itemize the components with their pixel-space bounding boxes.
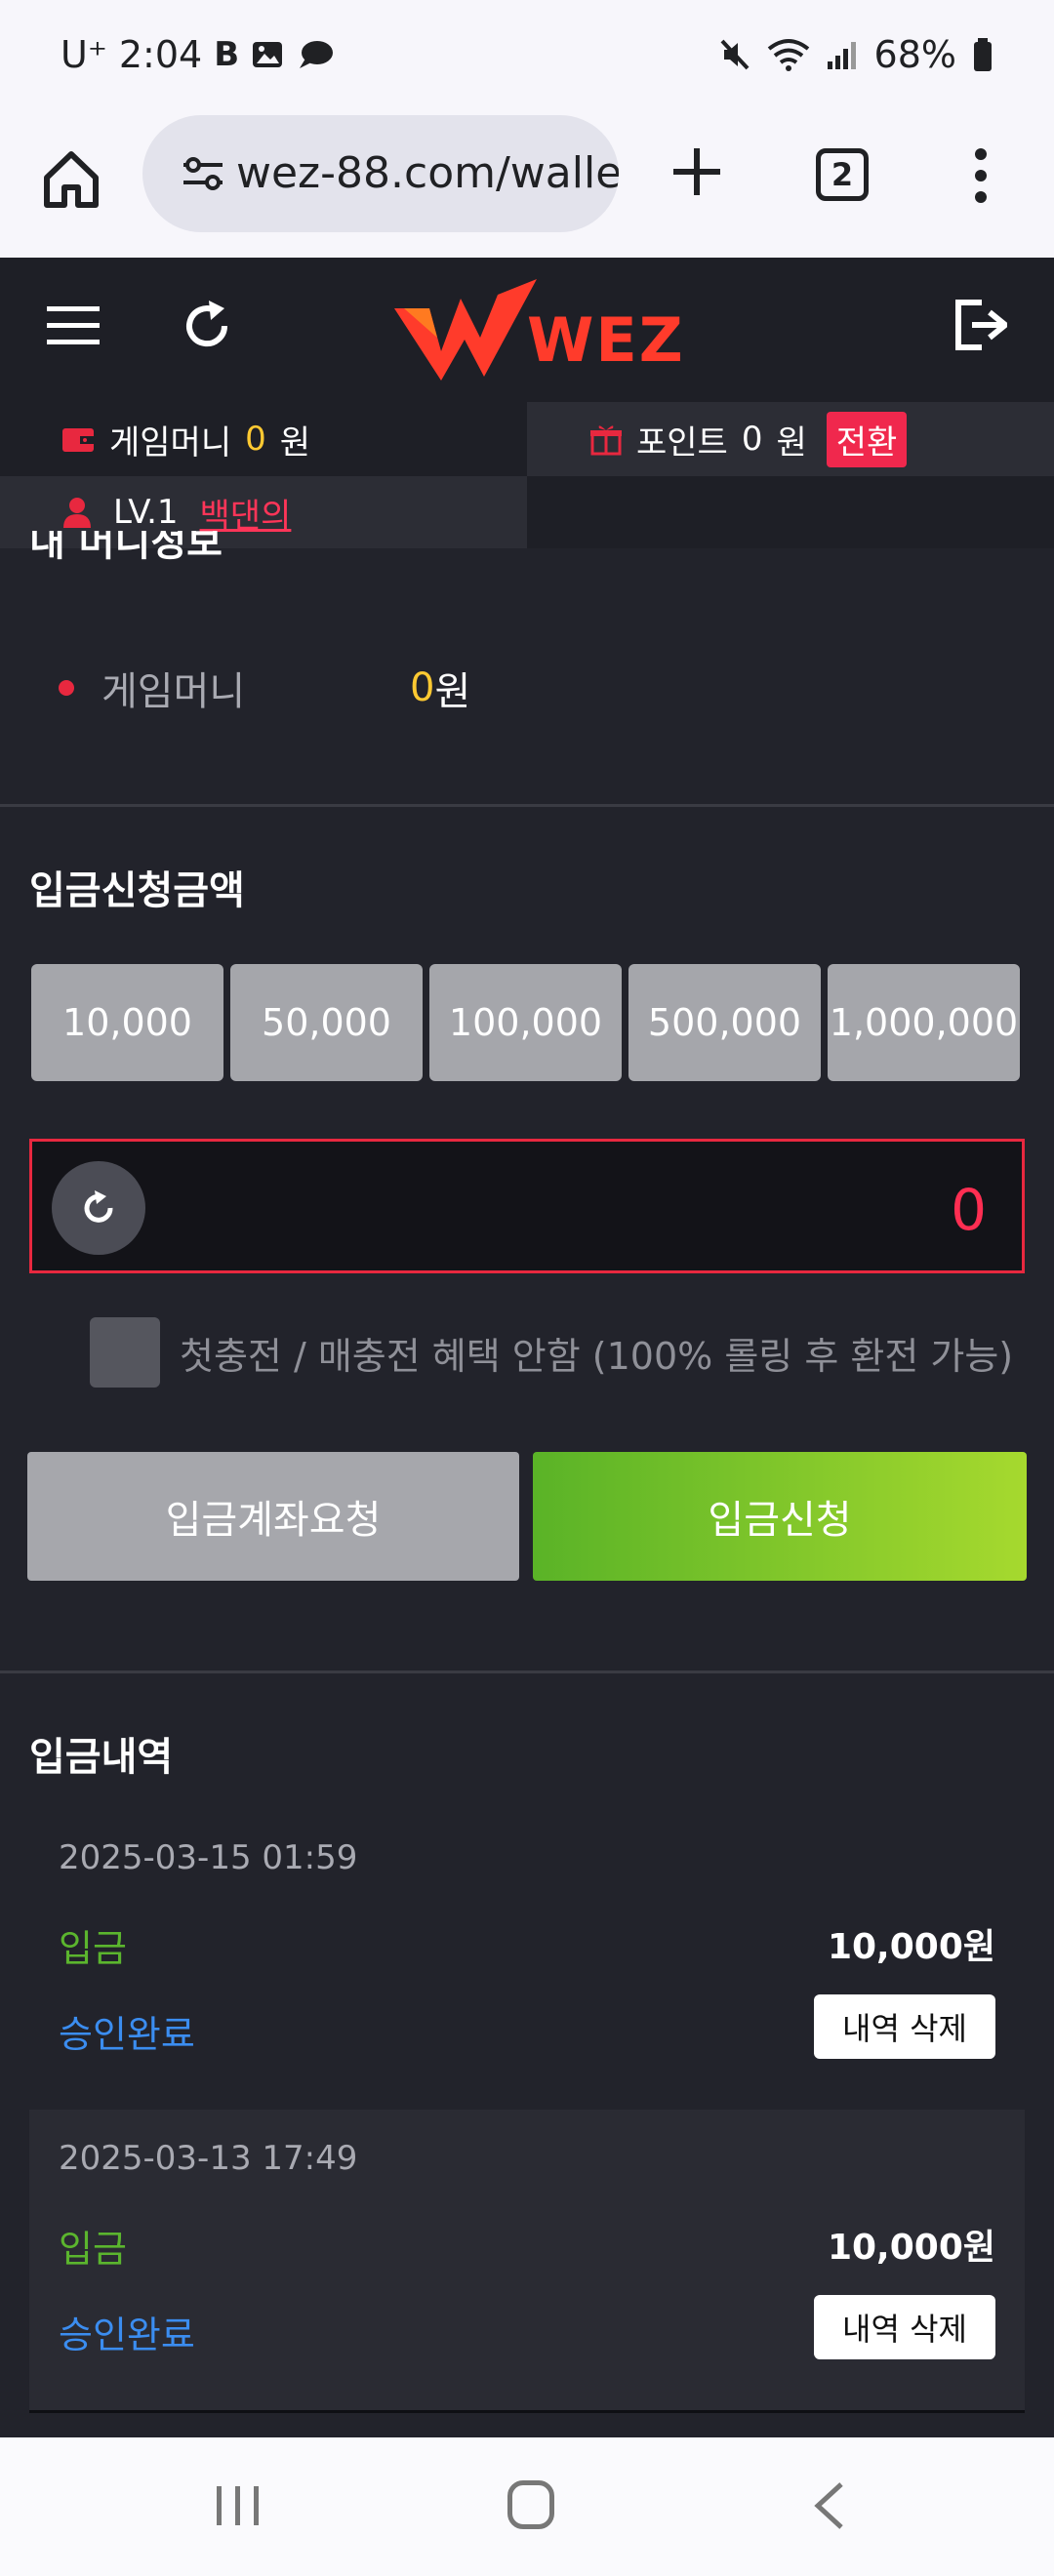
system-home-icon[interactable] (507, 2480, 554, 2529)
clock: 2:04 (118, 33, 203, 76)
delete-history-button[interactable]: 내역 삭제 (814, 1994, 995, 2059)
back-icon[interactable] (810, 2480, 849, 2531)
gift-icon (590, 425, 622, 456)
game-money-unit: 원 (279, 423, 311, 463)
reset-amount-button[interactable] (52, 1161, 145, 1255)
signal-icon (827, 42, 856, 69)
section-divider (0, 804, 1054, 807)
convert-button[interactable]: 전환 (826, 411, 908, 467)
amount-100000-button[interactable]: 100,000 (429, 964, 622, 1081)
user-nickname-link[interactable]: 백댄의 (200, 489, 292, 537)
deposit-history-title: 입금내역 (29, 1735, 174, 1780)
deposit-amount-value: 0 (951, 1177, 987, 1243)
browser-toolbar: wez-88.com/walle 2 (0, 115, 1054, 258)
no-bonus-checkbox[interactable] (90, 1317, 160, 1388)
user-icon (63, 498, 91, 528)
history-amount: 10,000원 (827, 1927, 995, 1967)
deposit-amount-input[interactable]: 0 (29, 1139, 1025, 1273)
url-text: wez-88.com/walle (236, 148, 619, 198)
tab-switcher-button[interactable]: 2 (816, 148, 869, 201)
history-item: 2025-03-15 01:59 입금 10,000원 승인완료 내역 삭제 (29, 1809, 1025, 2112)
logo-mark-icon (394, 279, 537, 381)
my-money-unit: 원 (434, 669, 471, 714)
amount-1000000-button[interactable]: 1,000,000 (828, 964, 1020, 1081)
amount-50000-button[interactable]: 50,000 (230, 964, 423, 1081)
my-money-title: 내 머니정보 (29, 531, 223, 560)
site-header: WEZ (0, 258, 1054, 402)
chat-icon (300, 41, 334, 68)
bullet-dot (59, 680, 74, 696)
home-icon[interactable] (37, 144, 105, 213)
deposit-submit-button[interactable]: 입금신청 (533, 1452, 1027, 1581)
deposit-amount-title: 입금신청금액 (29, 868, 245, 913)
amount-10000-button[interactable]: 10,000 (31, 964, 223, 1081)
my-money-value: 0 (410, 665, 435, 710)
no-bonus-label: 첫충전 / 매충전 혜택 안함 (100% 롤링 후 환전 가능) (180, 1334, 1014, 1378)
game-money-label: 게임머니 (109, 423, 232, 463)
account-request-button[interactable]: 입금계좌요청 (27, 1452, 519, 1581)
address-bar[interactable]: wez-88.com/walle (142, 115, 619, 232)
new-tab-icon[interactable] (668, 142, 726, 201)
logout-icon[interactable] (953, 297, 1007, 353)
game-money-value: 0 (245, 420, 266, 459)
point-label: 포인트 (636, 423, 728, 463)
my-money-row: 게임머니 0 원 (59, 660, 470, 716)
site-logo[interactable]: WEZ (390, 279, 683, 381)
no-bonus-option: 첫충전 / 매충전 혜택 안함 (100% 롤링 후 환전 가능) (90, 1317, 1013, 1388)
amount-preset-buttons: 10,000 50,000 100,000 500,000 1,000,000 (31, 964, 1020, 1081)
mute-icon (720, 39, 749, 70)
point-unit: 원 (776, 423, 807, 463)
gallery-icon (253, 42, 283, 67)
user-info-bar: 게임머니 0 원 포인트 0 원 전환 LV.1 백댄의 (0, 402, 1054, 548)
b-app-icon: B (214, 35, 240, 74)
system-nav-bar (0, 2437, 1054, 2576)
status-bar: U⁺ 2:04 B 68% (0, 0, 1054, 115)
history-type: 입금 (59, 2228, 127, 2271)
refresh-icon[interactable] (178, 297, 236, 355)
carrier-label: U⁺ (61, 33, 107, 76)
battery-percent: 68% (873, 33, 956, 76)
site-settings-icon[interactable] (182, 156, 224, 191)
user-level: LV.1 (113, 493, 179, 532)
history-status: 승인완료 (59, 2314, 195, 2356)
history-status: 승인완료 (59, 2013, 195, 2056)
recent-apps-icon[interactable] (213, 2482, 264, 2529)
status-left: U⁺ 2:04 B (61, 33, 335, 76)
list-bottom-edge (29, 2410, 1025, 2413)
delete-history-button[interactable]: 내역 삭제 (814, 2295, 995, 2359)
wallet-icon (62, 428, 94, 452)
game-money-summary: 게임머니 0 원 (0, 402, 527, 476)
section-divider (0, 1670, 1054, 1673)
history-date: 2025-03-15 01:59 (59, 1838, 358, 1877)
my-money-label: 게임머니 (101, 669, 246, 714)
point-summary: 포인트 0 원 전환 (527, 402, 1054, 476)
point-value: 0 (741, 420, 763, 459)
more-options-icon[interactable] (966, 144, 995, 207)
history-item: 2025-03-13 17:49 입금 10,000원 승인완료 내역 삭제 (29, 2110, 1025, 2412)
reset-icon (84, 1190, 113, 1223)
history-amount: 10,000원 (827, 2228, 995, 2268)
hamburger-menu-icon[interactable] (47, 304, 100, 347)
status-right: 68% (718, 33, 993, 76)
history-type: 입금 (59, 1927, 127, 1970)
history-date: 2025-03-13 17:49 (59, 2139, 358, 2178)
amount-500000-button[interactable]: 500,000 (628, 964, 821, 1081)
logo-text: WEZ (527, 304, 685, 376)
battery-icon (974, 38, 992, 71)
wifi-icon (767, 39, 809, 71)
